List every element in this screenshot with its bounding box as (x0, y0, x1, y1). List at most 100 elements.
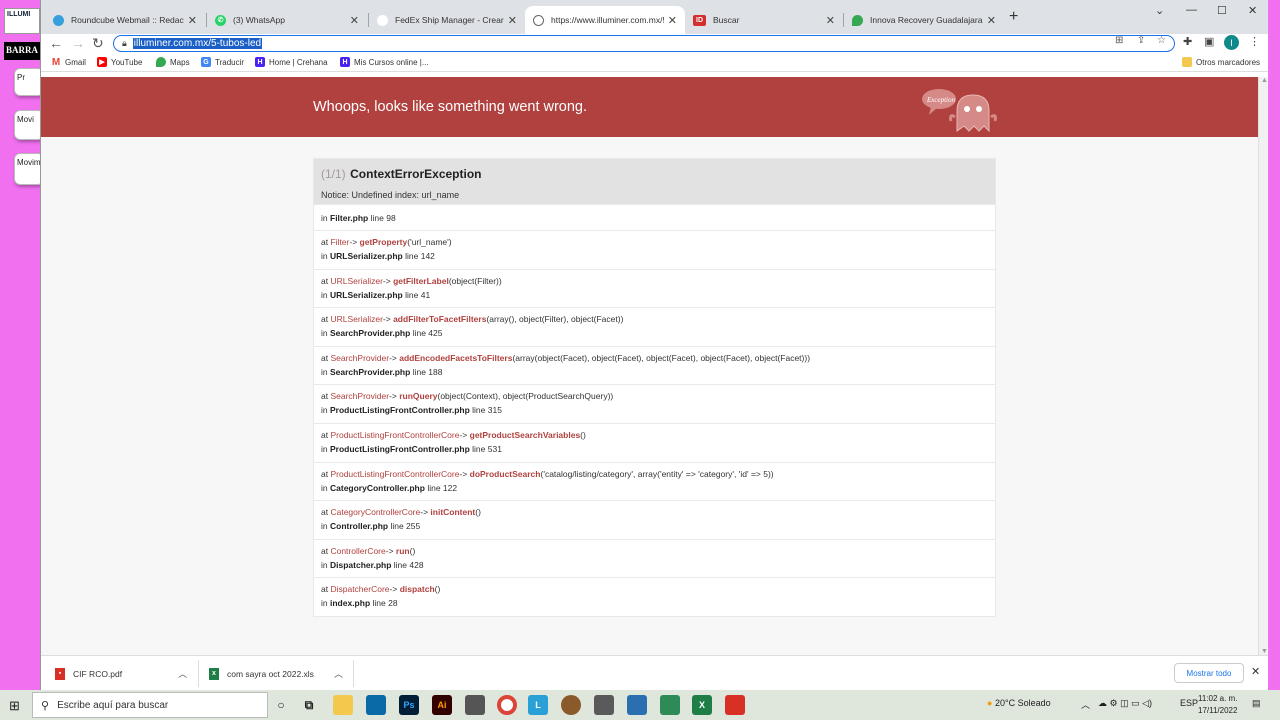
trace-class: Filter (330, 237, 350, 247)
maximize-button[interactable]: ☐ (1217, 4, 1227, 17)
bookmark-gmail[interactable]: M Gmail (51, 57, 86, 68)
show-all-button[interactable]: Mostrar todo (1174, 663, 1244, 683)
trace-frames: at Filter-> getProperty('url_name') in UR… (314, 230, 995, 616)
trace-file: URLSerializer.php (330, 289, 403, 300)
app-icon[interactable] (660, 695, 680, 715)
app-icon[interactable] (627, 695, 647, 715)
tab-illuminer[interactable]: https://www.illuminer.com.mx/5 ✕ (525, 6, 685, 34)
taskbar-clock[interactable]: 11:02 a. m. 17/11/2022 (1198, 693, 1237, 717)
trace-in: in (321, 482, 328, 493)
app-icon[interactable] (594, 695, 614, 715)
url-text[interactable]: illuminer.com.mx/5-tubos-led (132, 38, 263, 49)
trace-file: CategoryController.php (330, 482, 425, 493)
close-icon[interactable]: ✕ (1251, 665, 1260, 678)
trace-line: line 122 (427, 482, 458, 493)
bookmark-star-icon[interactable]: ☆ (1157, 35, 1166, 46)
lock-icon[interactable]: 🔒︎ (122, 38, 127, 49)
close-icon[interactable]: ✕ (668, 14, 677, 27)
file-explorer-icon[interactable] (333, 695, 353, 715)
minimize-button[interactable]: — (1186, 4, 1197, 16)
tab-buscar[interactable]: ID Buscar ✕ (685, 6, 843, 34)
trace-function: getProductSearchVariables (469, 429, 581, 440)
trace-arrow: -> (420, 507, 429, 518)
download-item-xls[interactable]: x com sayra oct 2022.xls ︿ (209, 656, 343, 691)
close-icon[interactable]: ✕ (188, 14, 197, 27)
taskbar-search[interactable]: ⚲ Escribe aquí para buscar (32, 692, 268, 718)
trace-row: at SearchProvider-> runQuery(object(Cont… (314, 384, 995, 423)
crehana-icon: H (340, 57, 350, 67)
profile-avatar[interactable]: I (1224, 35, 1239, 50)
address-bar[interactable]: 🔒︎ illuminer.com.mx/5-tubos-led (113, 35, 1175, 52)
download-separator (198, 660, 199, 687)
close-window-button[interactable]: ✕ (1248, 4, 1257, 17)
share-icon[interactable]: ⇪ (1137, 35, 1145, 46)
bookmark-crehana-home[interactable]: H Home | Crehana (255, 57, 328, 67)
trace-args: () (580, 429, 586, 440)
store-icon[interactable] (366, 695, 386, 715)
weather-widget[interactable]: ● 20°C Soleado (987, 698, 1051, 708)
chevron-up-icon[interactable]: ︿ (178, 667, 187, 680)
tab-fedex[interactable]: FedEx Ship Manager - Crear un e ✕ (369, 6, 525, 34)
chevron-down-icon[interactable]: ⌄ (1155, 4, 1164, 17)
language-indicator[interactable]: ESP (1180, 698, 1198, 708)
scroll-down-icon[interactable]: ▼ (1261, 648, 1268, 655)
translate-icon[interactable]: ⊞ (1115, 35, 1123, 46)
other-bookmarks[interactable]: Otros marcadores (1182, 57, 1260, 67)
trace-line: line 315 (472, 405, 502, 416)
trace-function: addEncodedFacetsToFilters (399, 352, 513, 363)
trace-class: CategoryControllerCore (330, 507, 421, 518)
bookmark-traducir[interactable]: G Traducir (201, 57, 244, 67)
reload-button[interactable]: ↻ (92, 35, 104, 52)
more-menu-icon[interactable]: ⋮ (1249, 35, 1260, 48)
tab-roundcube[interactable]: Roundcube Webmail :: Redactar ✕ (45, 6, 205, 34)
launcher-l-icon[interactable]: L (528, 695, 548, 715)
trace-function: initContent (430, 507, 476, 518)
error-banner-text: Whoops, looks like something went wrong. (313, 99, 588, 115)
clock-date: 17/11/2022 (1198, 706, 1238, 715)
task-view-icon[interactable]: ⧉ (299, 695, 319, 715)
cortana-icon[interactable]: ○ (271, 695, 291, 715)
trace-function: runQuery (399, 391, 438, 402)
new-tab-button[interactable]: + (1009, 8, 1018, 26)
scroll-up-icon[interactable]: ▲ (1261, 77, 1268, 84)
acrobat-icon[interactable] (725, 695, 745, 715)
close-icon[interactable]: ✕ (987, 14, 996, 27)
back-button[interactable]: ← (49, 35, 63, 51)
bookmark-youtube[interactable]: ▶ YouTube (97, 57, 142, 67)
download-shelf: ▪ CIF RCO.pdf ︿ x com sayra oct 2022.xls… (41, 655, 1269, 690)
stack-trace: (1/1) ContextErrorException Notice: Unde… (313, 158, 996, 617)
close-icon[interactable]: ✕ (508, 14, 517, 27)
bookmark-mis-cursos[interactable]: H Mis Cursos online |... (340, 57, 429, 67)
chevron-up-icon[interactable]: ︿ (334, 667, 343, 680)
side-panel-icon[interactable]: ▣ (1204, 35, 1214, 48)
tab-whatsapp[interactable]: ✆ (3) WhatsApp ✕ (207, 6, 367, 34)
tab-innova[interactable]: Innova Recovery Guadalajara - G ✕ (844, 6, 1004, 34)
exception-name: ContextErrorException (350, 167, 482, 181)
forward-button[interactable]: → (71, 35, 85, 51)
fedex-icon (377, 14, 388, 26)
close-icon[interactable]: ✕ (826, 14, 835, 27)
notification-icon[interactable]: ▤ (1252, 698, 1261, 709)
tray-icons[interactable]: ☁ ⚙ ◫ ▭ ◁) (1098, 698, 1152, 709)
illustrator-icon[interactable]: Ai (432, 695, 452, 715)
windows-start-icon[interactable]: ⊞ (9, 698, 20, 714)
trace-file: Controller.php (330, 521, 389, 532)
trace-file: SearchProvider.php (330, 366, 411, 377)
download-name: CIF RCO.pdf (73, 668, 123, 679)
app-icon[interactable] (561, 695, 581, 715)
chrome-icon[interactable] (497, 695, 517, 715)
excel-icon[interactable]: X (692, 695, 712, 715)
close-icon[interactable]: ✕ (350, 14, 359, 27)
calculator-icon[interactable] (465, 695, 485, 715)
bookmark-maps[interactable]: Maps (156, 57, 190, 67)
excel-icon: x (209, 667, 219, 680)
error-banner: Whoops, looks like something went wrong.… (41, 77, 1258, 137)
crehana-icon: H (255, 57, 265, 67)
trace-args: (object(Filter)) (448, 275, 502, 286)
trace-args: (array(object(Facet), object(Facet), obj… (512, 352, 811, 363)
extensions-icon[interactable]: ✚ (1183, 35, 1192, 48)
download-item-pdf[interactable]: ▪ CIF RCO.pdf ︿ (55, 656, 187, 691)
chevron-up-icon[interactable]: ︿ (1081, 698, 1090, 711)
photoshop-icon[interactable]: Ps (399, 695, 419, 715)
trace-row: at SearchProvider-> addEncodedFacetsToFi… (314, 345, 995, 385)
